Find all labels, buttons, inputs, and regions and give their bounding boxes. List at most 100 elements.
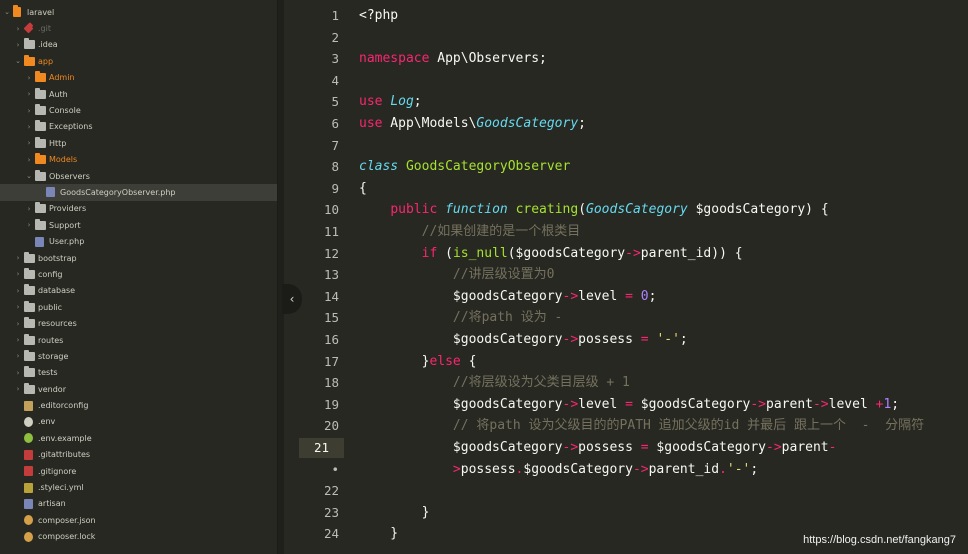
chevron-right-icon[interactable]: ›	[25, 156, 33, 164]
chevron-right-icon[interactable]: ›	[14, 385, 22, 393]
tree-item-goodscategoryobserver-php[interactable]: GoodsCategoryObserver.php	[0, 184, 277, 201]
tree-item-git[interactable]: › .git	[0, 20, 277, 36]
chevron-right-icon[interactable]: ›	[14, 336, 22, 344]
code-line[interactable]: namespace App\Observers;	[359, 49, 547, 69]
tree-item-composer-lock[interactable]: composer.lock	[0, 529, 277, 545]
code-line[interactable]: $goodsCategory->possess = $goodsCategory…	[359, 438, 837, 458]
tree-item-console[interactable]: › Console	[0, 102, 277, 118]
tree-item-models[interactable]: › Models	[0, 152, 277, 168]
chevron-right-icon[interactable]: ›	[14, 352, 22, 360]
tree-item-public[interactable]: › public	[0, 299, 277, 315]
code-line[interactable]: //将path 设为 -	[359, 308, 562, 328]
chevron-right-icon[interactable]: ›	[14, 41, 22, 49]
line-number: 24	[323, 526, 339, 542]
tree-item-tests[interactable]: › tests	[0, 365, 277, 381]
tree-item-env-example[interactable]: .env.example	[0, 430, 277, 446]
tree-item-storage[interactable]: › storage	[0, 348, 277, 364]
tree-item-idea[interactable]: › .idea	[0, 37, 277, 53]
tree-item-label: bootstrap	[38, 253, 77, 263]
code-line[interactable]: <?php	[359, 6, 398, 26]
tree-item-label: routes	[38, 335, 64, 345]
chevron-right-icon[interactable]: ›	[25, 107, 33, 115]
code-line[interactable]: >possess.$goodsCategory->parent_id.'-';	[359, 460, 758, 480]
code-line[interactable]: if (is_null($goodsCategory->parent_id)) …	[359, 244, 743, 264]
chevron-right-icon[interactable]: ›	[25, 205, 33, 213]
code-line[interactable]: // 将path 设为父级目的的PATH 追加父级的id 并最后 跟上一个 - …	[359, 416, 924, 436]
tree-item-styleci-yml[interactable]: .styleci.yml	[0, 479, 277, 495]
tree-item-app[interactable]: ⌄ app	[0, 53, 277, 69]
code-token: //将path 设为 -	[452, 310, 563, 326]
line-number: 11	[323, 224, 339, 239]
code-token: $goodsCategory	[648, 440, 767, 455]
chevron-down-icon[interactable]: ⌄	[25, 172, 33, 180]
code-line[interactable]: use App\Models\GoodsCategory;	[359, 114, 586, 134]
tree-item-editorconfig[interactable]: .editorconfig	[0, 397, 277, 413]
tree-item-gitignore[interactable]: .gitignore	[0, 463, 277, 479]
tree-item-auth[interactable]: › Auth	[0, 86, 277, 102]
code-line[interactable]: }	[359, 503, 430, 523]
code-token: (	[437, 245, 453, 261]
tree-item-gitattributes[interactable]: .gitattributes	[0, 447, 277, 463]
chevron-down-icon[interactable]: ⌄	[14, 57, 22, 65]
chevron-right-icon[interactable]: ›	[25, 139, 33, 147]
tree-item-artisan[interactable]: artisan	[0, 496, 277, 512]
tree-item-laravel[interactable]: ⌄ laravel	[0, 4, 277, 20]
tree-item-bootstrap[interactable]: › bootstrap	[0, 250, 277, 266]
code-line[interactable]: }	[359, 524, 398, 544]
code-token: // 将path 设为父级目的的PATH 追加父级的id 并最后 跟上一个 - …	[452, 418, 925, 434]
code-token: }	[359, 504, 430, 520]
code-token: ($goodsCategory	[507, 245, 626, 261]
code-token: creating	[515, 202, 579, 218]
chevron-right-icon[interactable]: ›	[25, 90, 33, 98]
tree-item-observers[interactable]: ⌄ Observers	[0, 168, 277, 184]
code-token: $goodsCategory	[359, 288, 563, 304]
code-line[interactable]: $goodsCategory->level = 0;	[359, 287, 657, 307]
chevron-right-icon[interactable]: ›	[14, 270, 22, 278]
code-token: possess	[460, 461, 516, 477]
code-line[interactable]: //讲层级设置为0	[359, 265, 554, 285]
tree-item-label: public	[38, 302, 63, 312]
tree-item-env[interactable]: .env	[0, 414, 277, 430]
chevron-down-icon[interactable]: ⌄	[3, 8, 11, 16]
chevron-right-icon[interactable]: ›	[14, 25, 22, 33]
chevron-right-icon[interactable]: ›	[14, 287, 22, 295]
code-line[interactable]: //将层级设为父类目层级 + 1	[359, 373, 630, 393]
chevron-right-icon[interactable]: ›	[14, 320, 22, 328]
chevron-right-icon[interactable]: ›	[25, 221, 33, 229]
tree-item-user-php[interactable]: User.php	[0, 233, 277, 249]
tree-item-vendor[interactable]: › vendor	[0, 381, 277, 397]
code-line[interactable]: class GoodsCategoryObserver	[359, 157, 570, 177]
code-token: ->	[562, 396, 579, 412]
code-token: parent	[781, 440, 829, 455]
tree-item-database[interactable]: › database	[0, 283, 277, 299]
tree-item-admin[interactable]: › Admin	[0, 70, 277, 86]
tree-item-composer-json[interactable]: composer.json	[0, 512, 277, 528]
code-line[interactable]: use Log;	[359, 92, 422, 112]
folder-icon	[35, 120, 46, 132]
code-token: =	[625, 288, 633, 304]
code-line[interactable]: //如果创建的是一个根类目	[359, 222, 581, 242]
chevron-right-icon[interactable]: ›	[14, 303, 22, 311]
code-token: $goodsCategory) {	[687, 202, 829, 218]
chevron-right-icon[interactable]: ›	[14, 254, 22, 262]
editorconfig-file-icon	[24, 400, 33, 411]
tree-item-resources[interactable]: › resources	[0, 315, 277, 331]
sidebar-scrollbar[interactable]	[278, 0, 284, 554]
tree-item-label: vendor	[38, 384, 66, 394]
tree-item-exceptions[interactable]: › Exceptions	[0, 119, 277, 135]
tree-item-providers[interactable]: › Providers	[0, 201, 277, 217]
line-number: 3	[331, 51, 339, 67]
chevron-right-icon[interactable]: ›	[14, 369, 22, 377]
code-line[interactable]: $goodsCategory->level = $goodsCategory->…	[359, 395, 899, 415]
code-line[interactable]: {	[359, 179, 367, 199]
tree-item-http[interactable]: › Http	[0, 135, 277, 151]
chevron-right-icon[interactable]: ›	[25, 123, 33, 131]
chevron-right-icon[interactable]: ›	[25, 74, 33, 82]
code-line[interactable]: $goodsCategory->possess = '-';	[359, 330, 688, 350]
tree-item-config[interactable]: › config	[0, 266, 277, 282]
tree-item-routes[interactable]: › routes	[0, 332, 277, 348]
code-line[interactable]: }else {	[359, 352, 477, 372]
code-line[interactable]: public function creating(GoodsCategory $…	[359, 200, 829, 220]
code-editor[interactable]: 1 2 3 4 5 6 7 8 9 10 11 12 13 14 15 16 17 18 19 20 21 • 22 23 24…	[285, 0, 968, 554]
tree-item-support[interactable]: › Support	[0, 217, 277, 233]
